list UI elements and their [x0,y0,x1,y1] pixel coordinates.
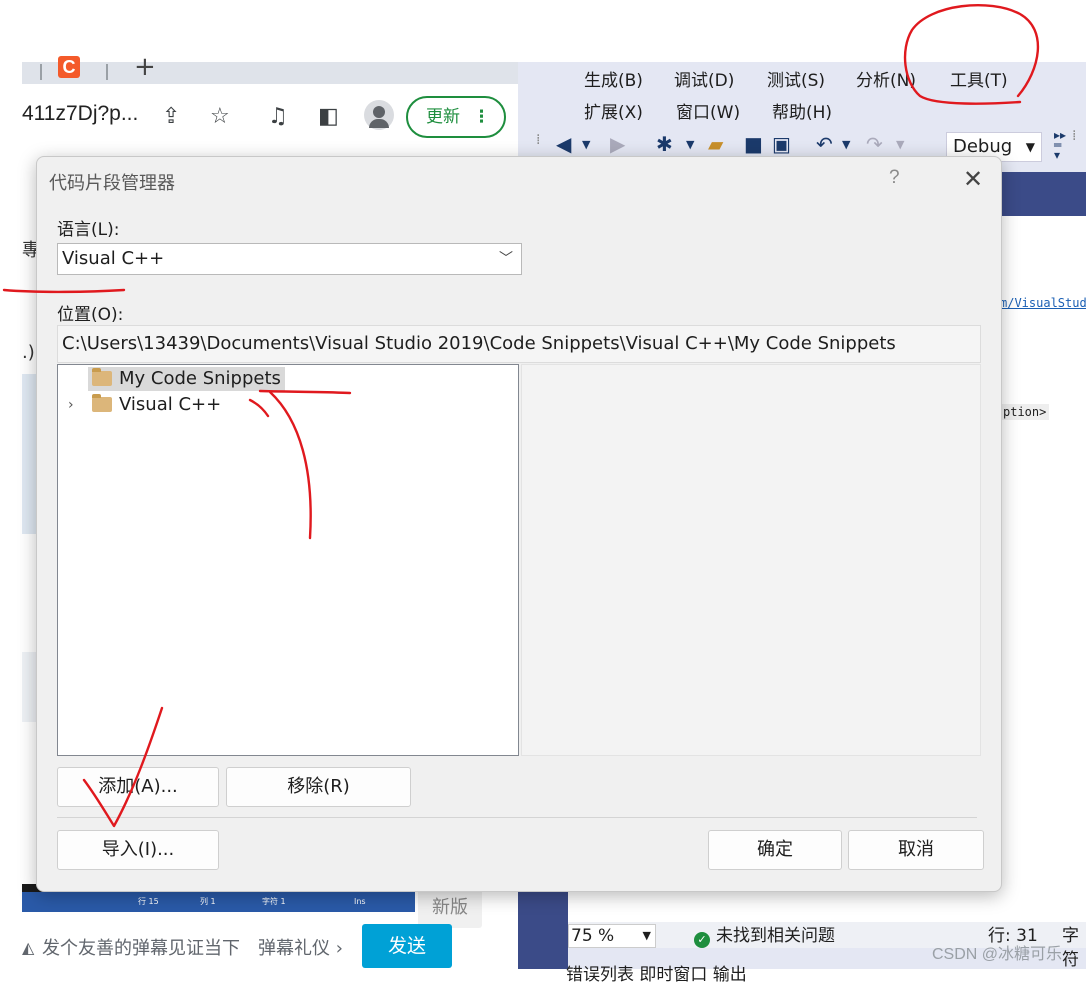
status-char: 字符 1 [262,897,286,906]
csdn-tab-favicon[interactable]: C [58,56,80,78]
status-row: 行 15 [138,897,159,906]
divider [57,817,977,818]
save-all-icon[interactable]: ▣ [772,132,791,156]
tree-item-visual-cpp[interactable]: › Visual C++ [58,393,358,417]
zoom-value: 75 % [571,926,615,946]
configuration-value: Debug [953,136,1013,157]
profile-avatar-icon[interactable] [364,100,394,130]
browser-tab-strip [22,62,518,84]
folder-icon [92,394,112,412]
chevron-down-icon[interactable]: ▼ [582,138,590,151]
chevron-right-icon[interactable]: › [68,393,74,417]
cancel-button[interactable]: 取消 [848,830,984,870]
menu-build[interactable]: 生成(B) [584,66,643,91]
issues-indicator[interactable]: ✓ 未找到相关问题 [694,924,835,948]
danmu-input[interactable]: 发个友善的弹幕见证当下 [42,934,240,960]
location-field[interactable]: C:\Users\13439\Documents\Visual Studio 2… [57,325,981,363]
bottom-tool-tabs[interactable]: 错误列表 即时窗口 输出 [566,960,747,985]
snippet-folder-tree[interactable]: My Code Snippets › Visual C++ [57,364,519,756]
navigate-back-icon[interactable]: ◀ [556,132,571,156]
language-select[interactable]: Visual C++ ﹀ [57,243,522,275]
save-icon[interactable]: ■ [744,132,763,156]
new-project-icon[interactable]: ✱ [656,132,673,156]
toolbar-grip-icon: ⁞ [1072,128,1077,144]
menu-extensions[interactable]: 扩展(X) [584,98,643,123]
url-text[interactable]: 411z7Dj?p... [22,102,138,126]
status-ins: Ins [354,897,366,906]
tab-separator [40,64,42,80]
snippet-description-panel [521,364,981,756]
menu-debug[interactable]: 调试(D) [674,66,734,91]
ok-button[interactable]: 确定 [708,830,842,870]
zoom-select[interactable]: 75 % ▼ [568,924,656,948]
menu-window[interactable]: 窗口(W) [676,98,740,123]
send-button[interactable]: 发送 [362,924,452,968]
chevron-down-icon[interactable]: ▼ [686,138,694,151]
tree-item-label: Visual C++ [119,394,222,415]
csdn-watermark: CSDN @冰糖可乐 [932,946,1063,963]
import-button[interactable]: 导入(I)... [57,830,219,870]
dialog-title: 代码片段管理器 [49,173,175,194]
add-button[interactable]: 添加(A)... [57,767,219,807]
issues-text: 未找到相关问题 [716,926,835,946]
update-button-label: 更新 [426,107,460,127]
check-circle-icon: ✓ [694,932,710,948]
folder-icon [92,368,112,386]
tree-item-my-code-snippets[interactable]: My Code Snippets [88,367,285,391]
close-icon[interactable]: ✕ [953,159,993,199]
menu-analyze[interactable]: 分析(N) [856,66,916,91]
chevron-down-icon[interactable]: ▼ [842,138,850,151]
new-version-button[interactable]: 新版 [418,888,482,928]
navigate-forward-icon[interactable]: ▶ [610,132,625,156]
menu-test[interactable]: 测试(S) [767,66,825,91]
menu-help[interactable]: 帮助(H) [772,98,832,123]
share-icon[interactable]: ⇪ [162,104,180,129]
new-tab-button[interactable]: + [134,52,156,82]
remove-button[interactable]: 移除(R) [226,767,411,807]
toolbar-grip-icon: ⁞ [536,132,541,148]
danmu-toggle-icon[interactable]: ◭ [22,938,34,957]
help-button[interactable]: ? [889,167,900,189]
redo-icon[interactable]: ↷ [866,132,883,156]
tab-separator [106,64,108,80]
code-snippets-manager-dialog: 代码片段管理器 ? ✕ 语言(L): Visual C++ ﹀ 位置(O): C… [36,156,1002,892]
page-text-fragment: .) [22,342,35,363]
chevron-down-icon[interactable]: ▼ [896,138,904,151]
code-line: ption> [1000,404,1050,420]
location-label: 位置(O): [57,305,124,325]
language-label: 语言(L): [57,220,120,240]
update-button[interactable]: 更新 ⋮ [406,96,506,138]
more-menu-icon[interactable]: ⋮ [473,98,490,136]
language-value: Visual C++ [62,248,165,269]
tree-item-label: My Code Snippets [119,368,281,389]
menu-tools[interactable]: 工具(T) [950,66,1008,91]
code-hyperlink[interactable]: m/VisualStud [1000,296,1086,310]
bookmark-star-icon[interactable]: ☆ [210,104,230,129]
status-col: 列 1 [200,897,216,906]
undo-icon[interactable]: ↶ [816,132,833,156]
chevron-down-icon: ▼ [1025,140,1035,154]
danmu-etiquette-link[interactable]: 弹幕礼仪 › [258,934,343,960]
video-status-bar: 行 15 列 1 字符 1 Ins [22,892,415,912]
cursor-char-label: 字符 [1062,926,1079,970]
open-file-icon[interactable]: ▰ [708,132,723,156]
side-panel-icon[interactable]: ◧ [318,104,339,129]
chevron-down-icon: ﹀ [499,251,513,267]
chevron-down-icon: ▼ [642,929,651,942]
toolbar-overflow-icon[interactable]: ▸▸ ═ ▾ [1054,129,1066,161]
media-controls-icon[interactable]: ♫ [268,104,288,129]
